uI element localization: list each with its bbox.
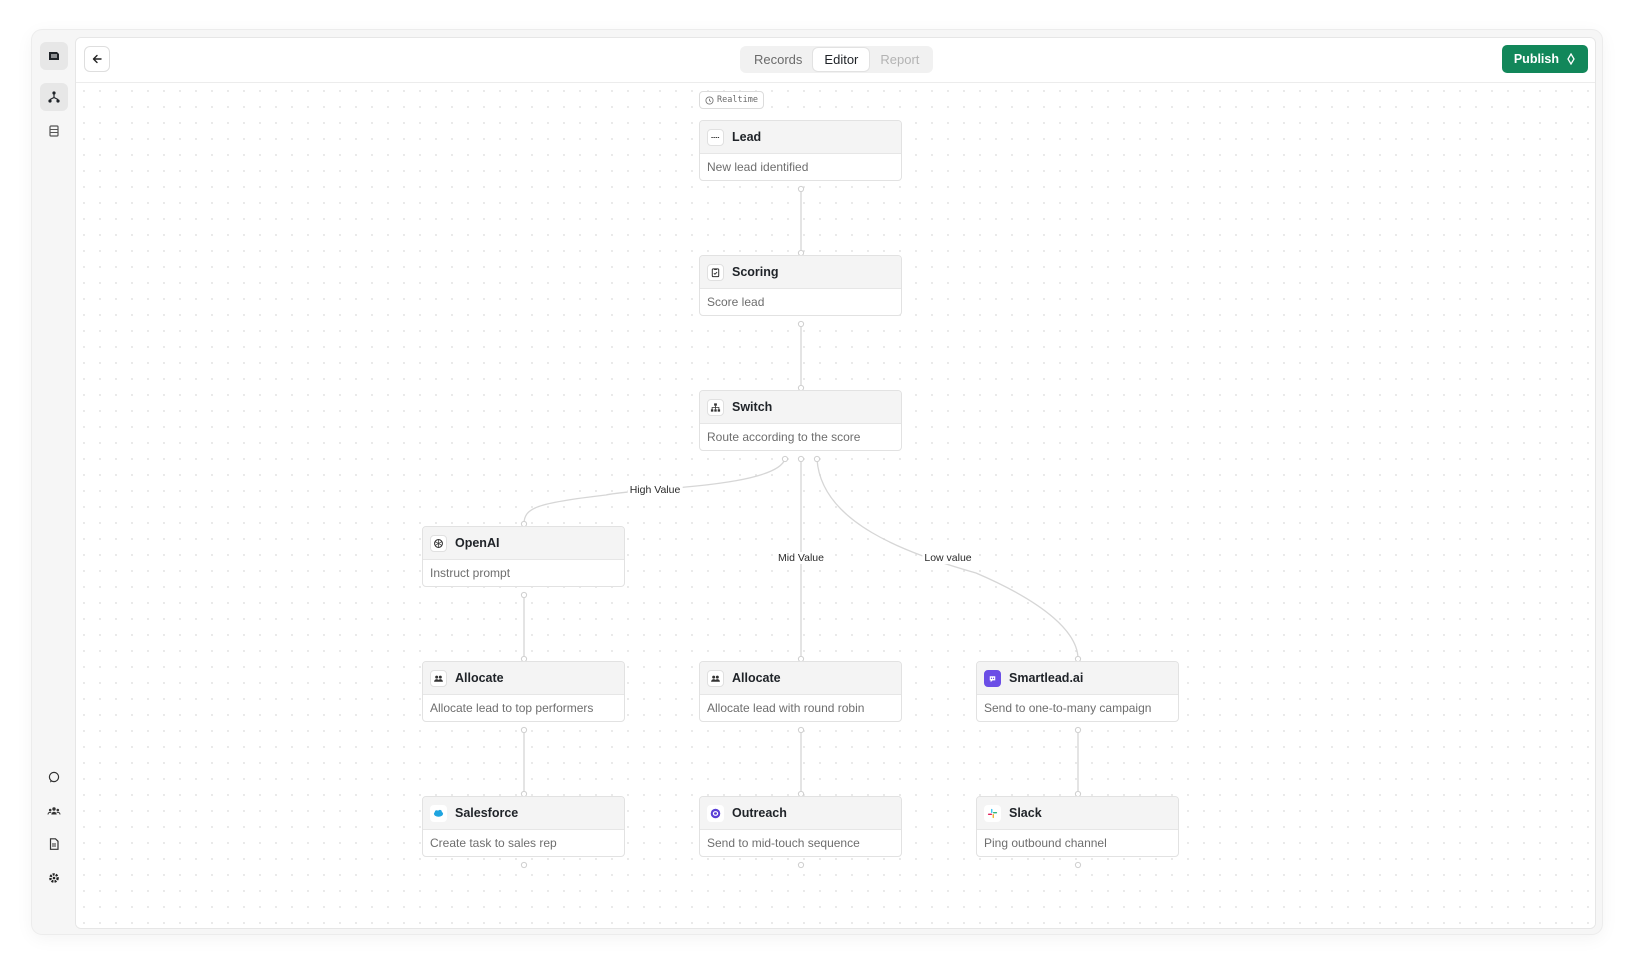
node-title: Switch (732, 400, 773, 414)
node-title: Lead (732, 130, 762, 144)
clock-icon (705, 95, 714, 105)
outreach-icon (707, 804, 724, 822)
tab-editor[interactable]: Editor (813, 48, 870, 71)
openai-icon (430, 534, 447, 552)
port (797, 185, 805, 193)
port (797, 726, 805, 734)
branch-icon (707, 398, 724, 416)
settings-gear-icon[interactable] (40, 864, 68, 892)
edge-label-high-value: High Value (627, 484, 683, 496)
node-allocate-top-performers[interactable]: Allocate Allocate lead to top performers (422, 661, 625, 722)
port (797, 861, 805, 869)
workflows-nav-icon[interactable] (40, 83, 68, 111)
port (781, 455, 789, 463)
node-title: Allocate (732, 671, 781, 685)
clipboard-icon (707, 263, 724, 281)
tab-report: Report (880, 52, 920, 67)
edge-label-mid-value: Mid Value (776, 552, 826, 564)
node-description: Create task to sales rep (430, 836, 557, 850)
node-description: Instruct prompt (430, 566, 511, 580)
node-title: Allocate (455, 671, 504, 685)
node-slack[interactable]: Slack Ping outbound channel (976, 796, 1179, 857)
workflow-canvas[interactable]: High Value Mid Value Low value Realtime … (76, 83, 1595, 928)
node-switch[interactable]: Switch Route according to the score (699, 390, 902, 451)
users-icon (430, 669, 447, 687)
node-description: Send to one-to-many campaign (984, 701, 1152, 715)
back-button[interactable] (84, 46, 110, 72)
node-title: Scoring (732, 265, 779, 279)
publish-label: Publish (1513, 52, 1559, 66)
port (1074, 861, 1082, 869)
node-salesforce[interactable]: Salesforce Create task to sales rep (422, 796, 625, 857)
trigger-badge: Realtime (699, 91, 764, 109)
port (797, 320, 805, 328)
node-outreach[interactable]: Outreach Send to mid-touch sequence (699, 796, 902, 857)
node-description: Score lead (707, 295, 765, 309)
team-icon[interactable] (40, 797, 68, 825)
app-logo-icon[interactable] (40, 42, 68, 70)
edge-label-low-value: Low value (922, 552, 974, 564)
node-title: Outreach (732, 806, 787, 820)
tab-records[interactable]: Records (743, 48, 813, 71)
users-icon (707, 669, 724, 687)
node-lead[interactable]: Lead New lead identified (699, 120, 902, 181)
node-title: Slack (1009, 806, 1042, 820)
node-title: Smartlead.ai (1009, 671, 1084, 685)
arrow-left-icon (92, 54, 102, 64)
node-title: Salesforce (455, 806, 519, 820)
port (520, 591, 528, 599)
left-rail (32, 30, 75, 934)
salesforce-icon (430, 804, 447, 822)
publish-button[interactable]: Publish (1501, 45, 1588, 73)
node-description: Ping outbound channel (984, 836, 1107, 850)
lead-icon (707, 128, 724, 146)
document-icon[interactable] (40, 830, 68, 858)
top-bar: Records Editor Report Publish (76, 38, 1595, 83)
node-description: Route according to the score (707, 430, 861, 444)
port (520, 861, 528, 869)
node-title: OpenAI (455, 536, 500, 550)
node-allocate-round-robin[interactable]: Allocate Allocate lead with round robin (699, 661, 902, 722)
diamond-icon (1567, 53, 1575, 65)
node-description: New lead identified (707, 160, 809, 174)
port (797, 455, 805, 463)
port (813, 455, 821, 463)
view-tabs: Records Editor Report (740, 46, 934, 73)
node-scoring[interactable]: Scoring Score lead (699, 255, 902, 316)
node-description: Allocate lead with round robin (707, 701, 865, 715)
port (520, 726, 528, 734)
chat-icon[interactable] (40, 763, 68, 791)
node-smartlead[interactable]: Smartlead.ai Send to one-to-many campaig… (976, 661, 1179, 722)
node-description: Allocate lead to top performers (430, 701, 594, 715)
table-nav-icon[interactable] (40, 117, 68, 145)
trigger-badge-label: Realtime (717, 95, 758, 105)
node-openai[interactable]: OpenAI Instruct prompt (422, 526, 625, 587)
port (1074, 726, 1082, 734)
editor-panel: Records Editor Report Publish High Value… (75, 37, 1596, 929)
smartlead-icon (984, 669, 1001, 687)
slack-icon (984, 804, 1001, 822)
node-description: Send to mid-touch sequence (707, 836, 860, 850)
